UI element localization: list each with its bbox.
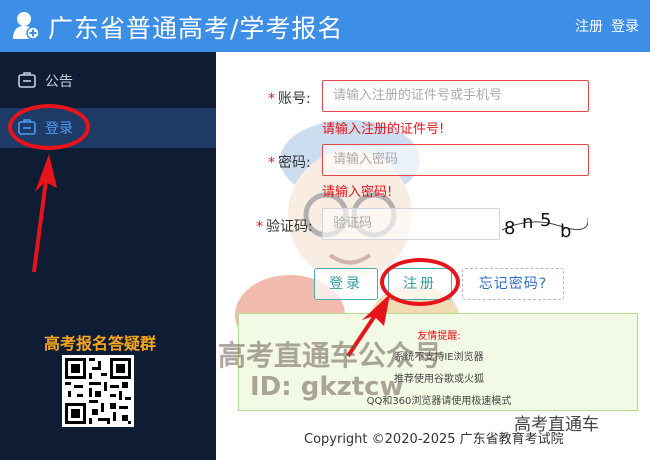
notice-line: 推荐使用谷歌或火狐 [394, 374, 484, 385]
password-error: 请输入密码! [322, 185, 393, 200]
account-error: 请输入注册的证件号! [322, 122, 445, 137]
sidebar-item-notice[interactable]: 公告 [0, 61, 216, 101]
highlight-arrow-icon [346, 294, 390, 358]
password-input[interactable]: 请输入密码 [322, 144, 589, 176]
password-label: * 密码: [268, 155, 311, 171]
captcha-image[interactable]: 8 n 5 b [500, 210, 588, 238]
sidebar: 公告 登录 高考报名答疑群 [0, 52, 216, 460]
captcha-input[interactable]: 验证码 [322, 208, 500, 240]
app-title: 广东省普通高考/学考报名 [48, 14, 344, 43]
top-header: 广东省普通高考/学考报名 注册 登录 [0, 0, 650, 52]
sidebar-item-login[interactable]: 登录 [0, 108, 216, 148]
brand-watermark: 高考直通车 [514, 415, 599, 435]
notice-line: QQ和360浏览器请使用极速模式 [366, 396, 512, 407]
notice-line: 系统不支持IE浏览器 [394, 352, 484, 363]
qa-group-title: 高考报名答疑群 [44, 334, 157, 353]
svg-text:n: n [522, 212, 533, 233]
forgot-password-button[interactable]: 忘记密码? [462, 268, 564, 300]
svg-text:b: b [560, 221, 571, 238]
account-label: * 账号: [268, 91, 311, 107]
user-add-logo-icon [13, 12, 40, 40]
svg-text:5: 5 [540, 210, 551, 231]
notice-icon [18, 72, 36, 88]
header-register-link[interactable]: 注册 [575, 16, 603, 36]
notice-title: 友情提醒: [417, 331, 461, 342]
notice-box: 友情提醒: 系统不支持IE浏览器 推荐使用谷歌或火狐 QQ和360浏览器请使用极… [238, 313, 638, 411]
account-input[interactable]: 请输入注册的证件号或手机号 [322, 80, 589, 112]
qr-code-icon [62, 355, 134, 427]
svg-text:8: 8 [504, 218, 515, 238]
sidebar-item-label: 公告 [45, 74, 73, 90]
highlight-arrow-icon [32, 154, 57, 273]
captcha-label: * 验证码: [256, 219, 313, 235]
header-login-link[interactable]: 登录 [611, 16, 639, 36]
sidebar-item-label: 登录 [45, 121, 73, 137]
login-icon [18, 119, 36, 135]
